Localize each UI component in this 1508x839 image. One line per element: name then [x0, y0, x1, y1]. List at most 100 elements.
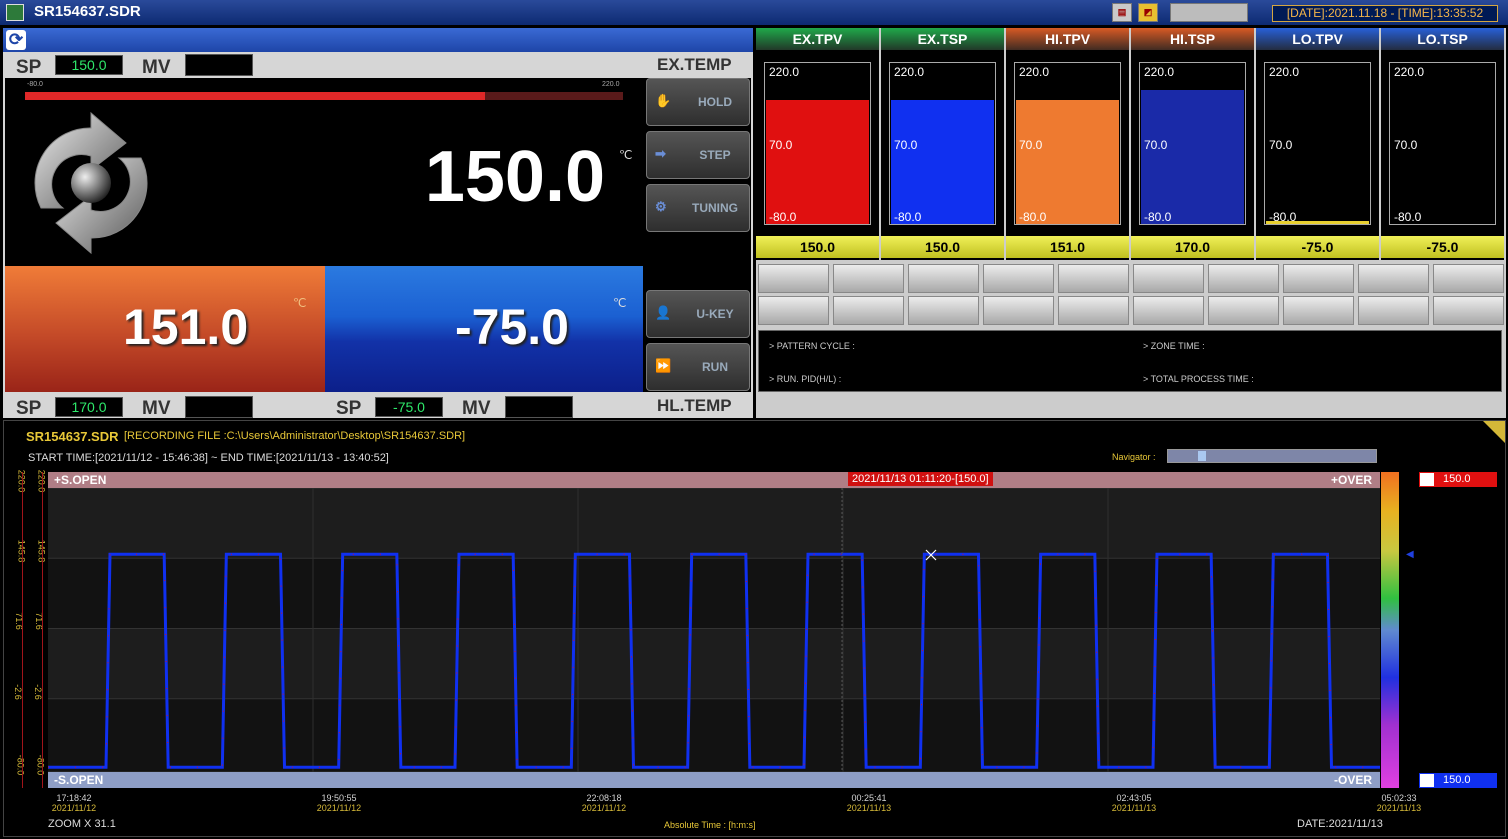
function-key[interactable]: [833, 264, 904, 293]
hi-pv-display: 151.0 ℃: [5, 266, 325, 392]
bottom-band: -S.OPEN -OVER: [48, 772, 1380, 788]
x-tick-time: 19:50:55: [321, 793, 357, 803]
trend-svg: [48, 472, 1380, 788]
hold-button[interactable]: ✋ HOLD: [646, 78, 750, 126]
bar-max-label: 220.0: [602, 81, 620, 88]
pattern-cycle-label: > PATTERN CYCLE :: [769, 341, 855, 351]
function-key[interactable]: [983, 296, 1054, 325]
y-tick-label: -80.0: [15, 754, 26, 776]
gauge-frame: 220.0 70.0 -80.0: [1139, 62, 1246, 225]
trend-date: DATE:2021/11/13: [1297, 818, 1383, 830]
toolbar-controls[interactable]: [1170, 3, 1248, 22]
over-top: +OVER: [1330, 473, 1372, 487]
gauge-hi-tsp: HI.TSP 220.0 70.0 -80.0 170.0: [1131, 28, 1254, 260]
time-range: START TIME:[2021/11/12 - 15:46:38] ~ END…: [28, 452, 389, 464]
navigator-bar[interactable]: [1167, 449, 1377, 463]
cycle-icon: [34, 111, 148, 255]
gauge-title: LO.TSP: [1381, 28, 1504, 50]
function-key[interactable]: [833, 296, 904, 325]
user-icon: 👤: [655, 305, 672, 320]
hi-sp-value: 170.0: [55, 397, 123, 417]
ex-pv-value: 150.0: [424, 137, 605, 217]
legend-blue-icon: [1420, 774, 1434, 787]
trend-plot[interactable]: +S.OPEN +OVER 2021/11/13 01:11:20-[150.0…: [48, 472, 1380, 788]
screen-icon[interactable]: ◩: [1138, 3, 1158, 22]
function-key[interactable]: [983, 264, 1054, 293]
function-key[interactable]: [1058, 264, 1129, 293]
s-open-top: +S.OPEN: [54, 473, 107, 487]
gauge-bottom-tick: -80.0: [1019, 210, 1047, 224]
ex-temp-label: EX.TEMP: [657, 55, 732, 74]
gauge-bottom-tick: -80.0: [894, 210, 922, 224]
report-icon[interactable]: ▤: [1112, 3, 1132, 22]
function-key[interactable]: [758, 264, 829, 293]
axis-unit: Absolute Time : [h:m:s]: [664, 820, 756, 830]
gauge-bottom-tick: -80.0: [1269, 210, 1297, 224]
function-key[interactable]: [1283, 264, 1354, 293]
function-key[interactable]: [1208, 296, 1279, 325]
x-tick-time: 02:43:05: [1116, 793, 1152, 803]
function-key[interactable]: [758, 296, 829, 325]
gauge-top-tick: 220.0: [1269, 65, 1300, 79]
gauge-ex-tsp: EX.TSP 220.0 70.0 -80.0 150.0: [881, 28, 1004, 260]
function-key[interactable]: [1208, 264, 1279, 293]
step-button[interactable]: ➡ STEP: [646, 131, 750, 179]
navigator-label: Navigator :: [1112, 452, 1156, 462]
gauge-fill: [1016, 100, 1119, 224]
function-key[interactable]: [1433, 264, 1504, 293]
gauge-panel: EX.TPV 220.0 70.0 -80.0 150.0 EX.TSP 220.0 70.0…: [756, 28, 1506, 418]
lo-sp-label: SP: [336, 398, 362, 419]
x-tick-time: 00:25:41: [851, 793, 887, 803]
navigator-thumb[interactable]: [1198, 451, 1206, 461]
function-key[interactable]: [1133, 296, 1204, 325]
run-button[interactable]: ⏩ RUN: [646, 343, 750, 391]
u-key-button[interactable]: 👤 U-KEY: [646, 290, 750, 338]
gauge-value: -75.0: [1381, 236, 1504, 258]
ex-mv-value: [185, 54, 253, 76]
function-key[interactable]: [908, 296, 979, 325]
gauge-value: 150.0: [756, 236, 879, 258]
y-tick-label: -80.0: [35, 754, 46, 776]
hi-sp-label: SP: [16, 398, 42, 419]
lo-mv-label: MV: [462, 398, 491, 419]
function-key[interactable]: [1133, 264, 1204, 293]
refresh-icon[interactable]: ⟳: [6, 30, 26, 50]
gauge-bottom-tick: -80.0: [769, 210, 797, 224]
gauge-lo-tpv: LO.TPV 220.0 70.0 -80.0 -75.0: [1256, 28, 1379, 260]
plot-band: [48, 698, 1380, 772]
gauge-mid-tick: 70.0: [769, 138, 793, 152]
function-key[interactable]: [1433, 296, 1504, 325]
gauge-title: LO.TPV: [1256, 28, 1379, 50]
ex-level-bar: [25, 92, 623, 100]
plot-band: [48, 558, 1380, 629]
function-key[interactable]: [1058, 296, 1129, 325]
s-open-bottom: -S.OPEN: [54, 773, 104, 787]
gauge-value: 170.0: [1131, 236, 1254, 258]
lo-mv-value: [505, 396, 573, 418]
hl-temp-label: HL.TEMP: [657, 396, 732, 415]
ex-sp-value: 150.0: [55, 55, 123, 75]
function-key[interactable]: [1358, 264, 1429, 293]
corner-mark: [1483, 421, 1505, 443]
top-band: +S.OPEN +OVER 2021/11/13 01:11:20-[150.0…: [48, 472, 1380, 488]
gauge-fill: [1141, 90, 1244, 224]
function-key[interactable]: [1358, 296, 1429, 325]
panel-header: ⟳: [3, 28, 753, 52]
legend-red[interactable]: 150.0: [1419, 472, 1497, 487]
arrow-right-icon: ➡: [655, 146, 666, 161]
function-key[interactable]: [908, 264, 979, 293]
x-tick-time: 22:08:18: [586, 793, 622, 803]
bar-min-label: -80.0: [27, 81, 43, 88]
ex-temp-panel: ⟳ SP 150.0 MV EX.TEMP -80.0 220.0 150.0 …: [3, 28, 753, 419]
cursor-readout: 2021/11/13 01:11:20-[150.0]: [848, 472, 993, 486]
datetime-display: [DATE]:2021.11.18 - [TIME]:13:35:52: [1272, 5, 1498, 22]
gauge-top-tick: 220.0: [769, 65, 800, 79]
info-box: > PATTERN CYCLE : > ZONE TIME : > RUN. P…: [758, 330, 1502, 392]
gauge-mid-tick: 70.0: [894, 138, 918, 152]
legend-blue[interactable]: 150.0: [1419, 773, 1497, 788]
tuning-button[interactable]: ⚙ TUNING: [646, 184, 750, 232]
function-key[interactable]: [1283, 296, 1354, 325]
hi-mv-value: [185, 396, 253, 418]
over-bottom: -OVER: [1333, 773, 1372, 787]
y-axis: 220.0220.0145.8145.871.671.6-2.6-2.6-80.…: [4, 470, 48, 788]
